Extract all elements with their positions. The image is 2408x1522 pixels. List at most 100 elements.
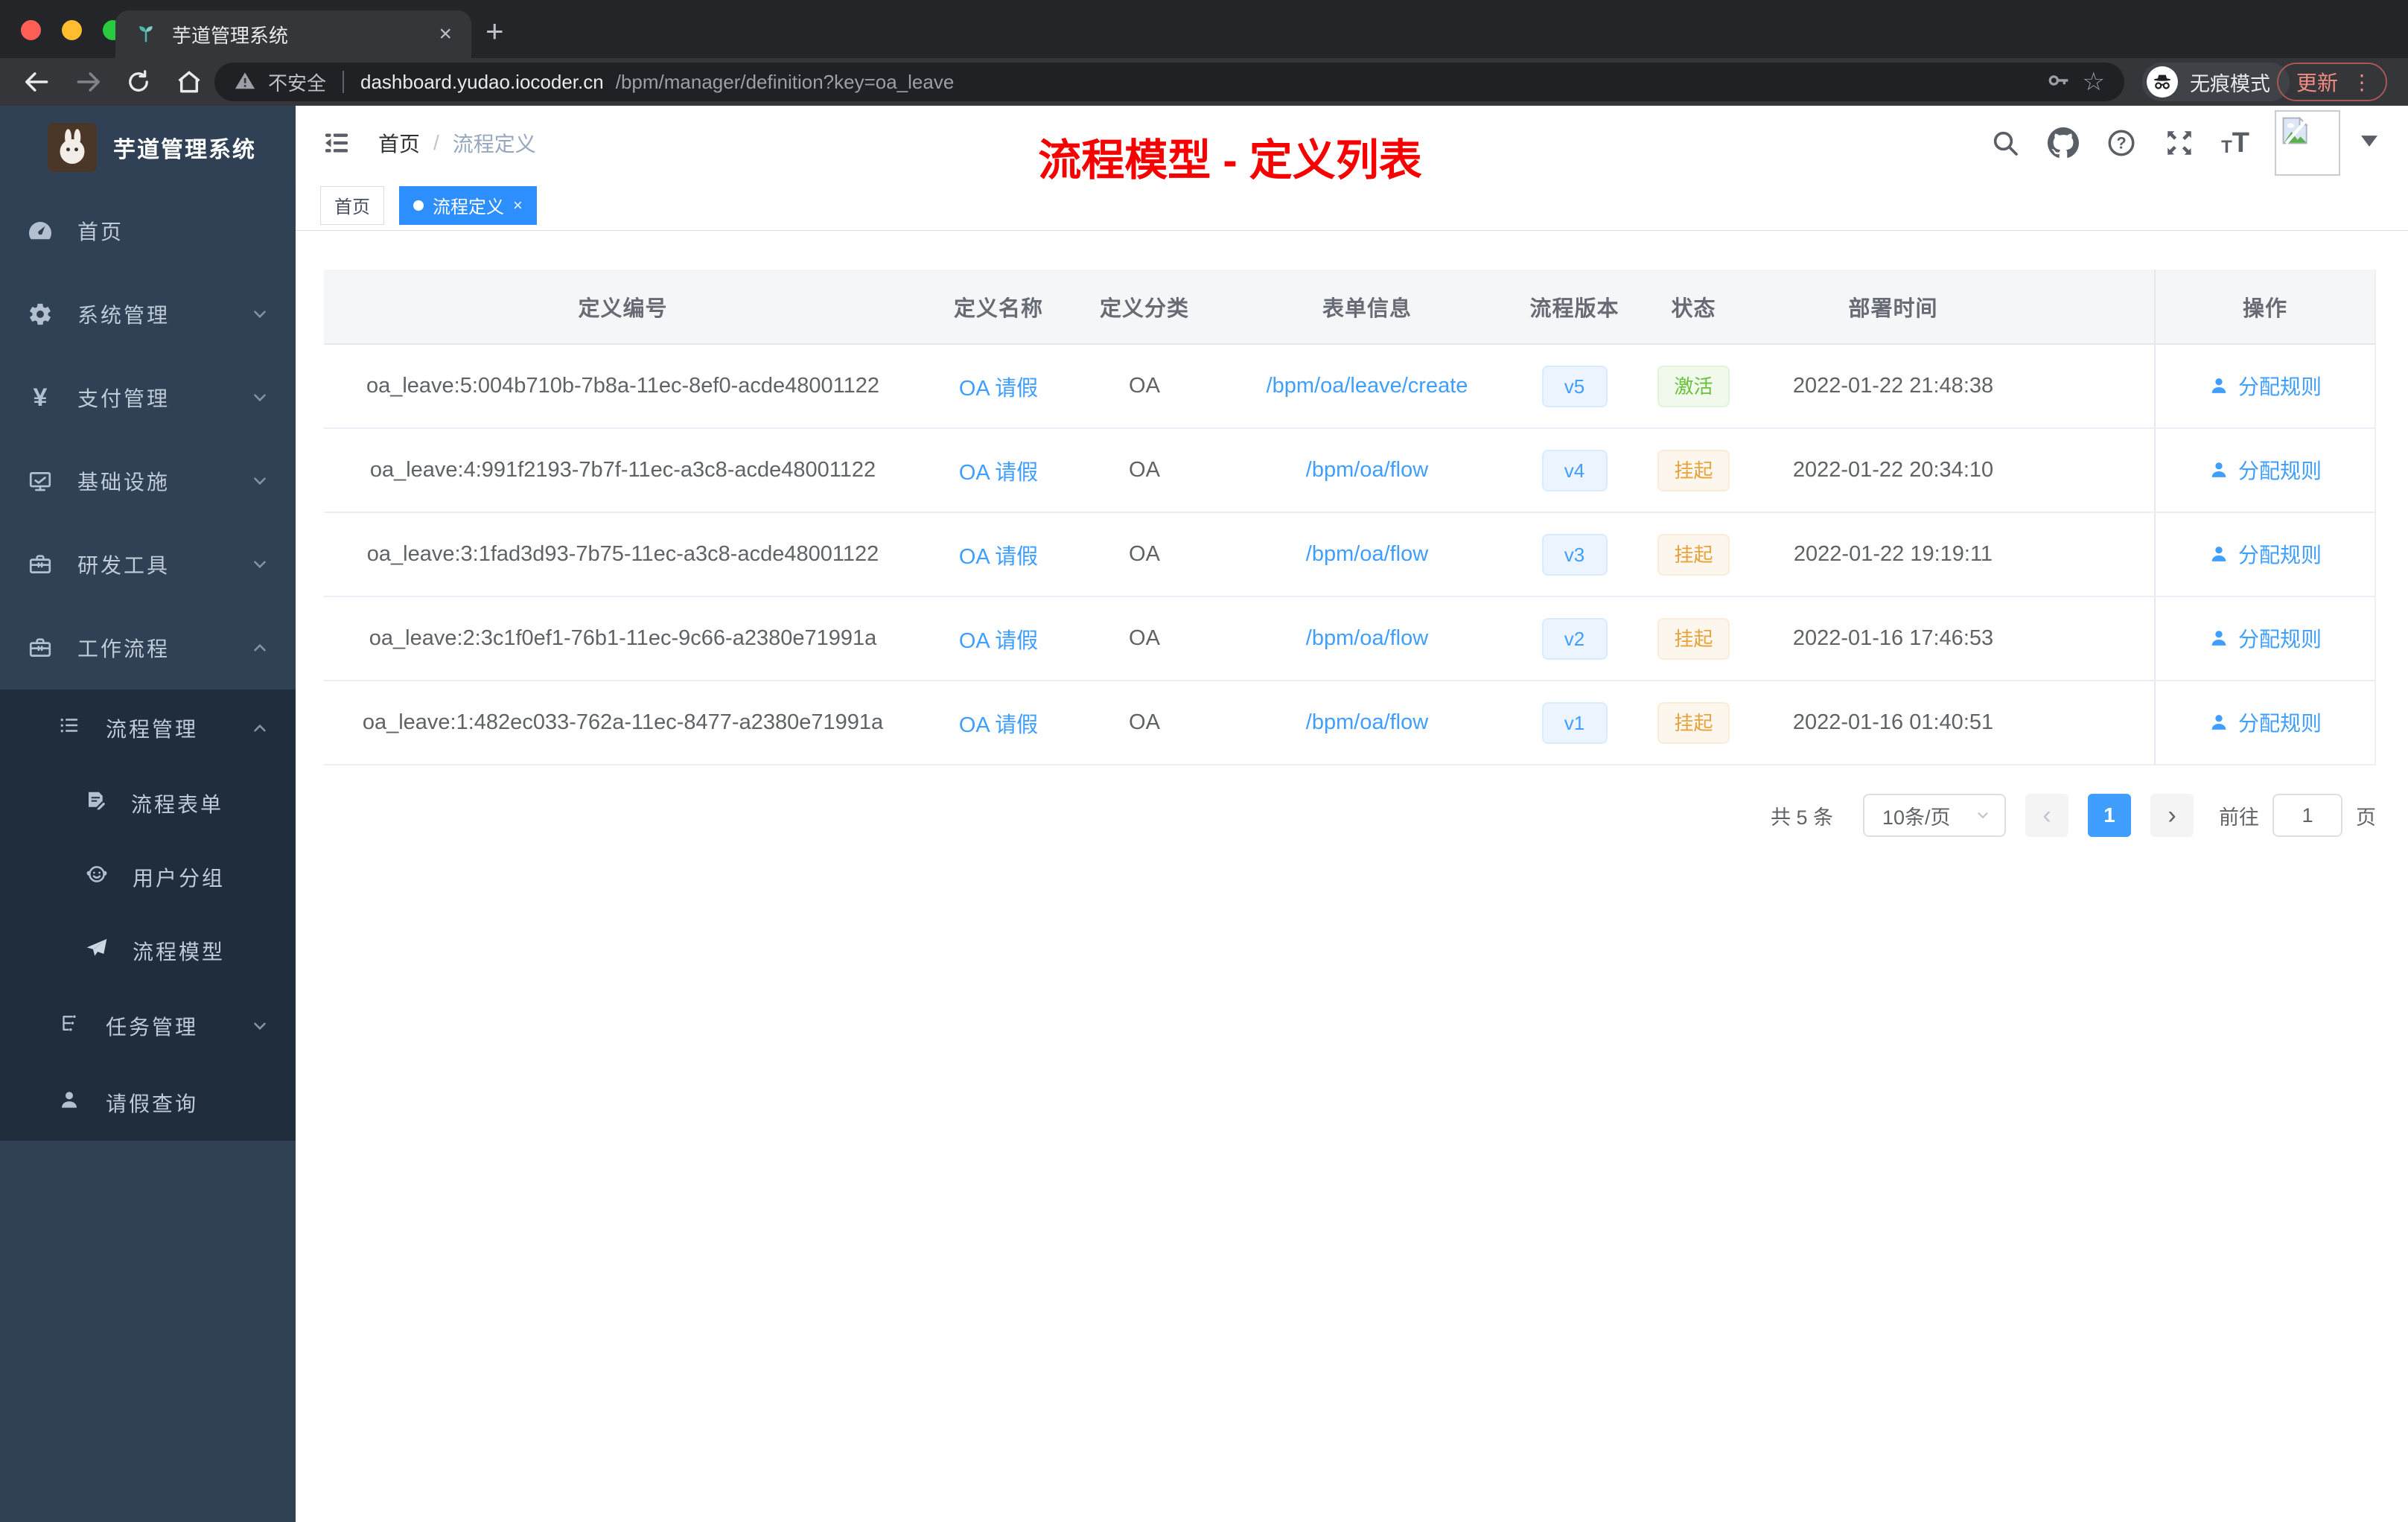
sidebar-item-process-form[interactable]: 流程表单 — [0, 766, 296, 840]
tag-home[interactable]: 首页 — [320, 185, 384, 225]
sidebar-collapse-icon[interactable] — [320, 127, 353, 159]
help-icon[interactable]: ? — [2105, 127, 2138, 159]
cell-actions: 分配规则 — [2154, 596, 2376, 681]
sidebar-logo-row[interactable]: 芋道管理系统 — [0, 106, 296, 189]
cell-status: 激活 — [1628, 344, 1759, 429]
definition-name-link[interactable]: OA 请假 — [959, 461, 1038, 485]
page-content: 定义编号 定义名称 定义分类 表单信息 流程版本 状态 部署时间 操作 oa_l… — [296, 231, 2408, 1522]
table-row: oa_leave:1:482ec033-762a-11ec-8477-a2380… — [324, 681, 2376, 765]
url-path: /bpm/manager/definition?key=oa_leave — [615, 70, 955, 93]
robot-face-icon — [85, 862, 109, 891]
definition-name-link[interactable]: OA 请假 — [959, 713, 1038, 737]
sidebar-item-leave-query[interactable]: 请假查询 — [0, 1064, 296, 1141]
form-info-link[interactable]: /bpm/oa/flow — [1306, 458, 1428, 482]
sidebar-item-devtools[interactable]: 研发工具 — [0, 523, 296, 606]
breadcrumb-home[interactable]: 首页 — [378, 128, 420, 158]
svg-text:?: ? — [2116, 134, 2126, 153]
cell-process-version: v1 — [1520, 681, 1628, 765]
prev-page-button[interactable]: ‹ — [2025, 794, 2068, 837]
minimize-window-button[interactable] — [62, 20, 82, 40]
back-icon[interactable] — [22, 67, 52, 97]
close-window-button[interactable] — [21, 20, 41, 40]
chevron-down-icon — [249, 471, 270, 491]
github-icon[interactable] — [2047, 127, 2080, 159]
form-info-link[interactable]: /bpm/oa/leave/create — [1267, 374, 1468, 398]
sidebar-item-process-model[interactable]: 流程模型 — [0, 914, 296, 987]
cell-definition-name: OA 请假 — [922, 512, 1075, 597]
col-header-process-version: 流程版本 — [1520, 270, 1628, 345]
assign-rule-link[interactable]: 分配规则 — [2208, 707, 2322, 737]
page-size-select[interactable]: 10条/页 — [1863, 794, 2006, 837]
form-info-link[interactable]: /bpm/oa/flow — [1306, 626, 1428, 650]
assign-rule-link[interactable]: 分配规则 — [2208, 623, 2322, 653]
table-header-row: 定义编号 定义名称 定义分类 表单信息 流程版本 状态 部署时间 操作 — [324, 270, 2376, 345]
cell-form-info: /bpm/oa/flow — [1214, 681, 1520, 765]
select-caret-icon — [1978, 812, 1988, 819]
logo-avatar — [48, 123, 97, 172]
form-info-link[interactable]: /bpm/oa/flow — [1306, 542, 1428, 566]
update-label[interactable]: 更新 — [2296, 67, 2338, 97]
browser-menu-dots-icon[interactable]: ⋮ — [2351, 70, 2372, 95]
list-tree-icon — [58, 714, 80, 742]
not-secure-label[interactable]: 不安全 — [268, 69, 326, 96]
status-badge: 挂起 — [1657, 701, 1730, 744]
chevron-down-icon — [249, 388, 270, 407]
version-badge: v4 — [1541, 449, 1608, 491]
sidebar-item-workflow[interactable]: 工作流程 — [0, 606, 296, 690]
cell-definition-name: OA 请假 — [922, 596, 1075, 681]
avatar[interactable] — [2275, 110, 2340, 176]
sidebar-item-task-management[interactable]: 任务管理 — [0, 987, 296, 1064]
assign-rule-link[interactable]: 分配规则 — [2208, 455, 2322, 485]
sidebar-item-home[interactable]: 首页 — [0, 189, 296, 273]
bookmark-star-icon[interactable]: ☆ — [2083, 67, 2105, 97]
browser-update-button[interactable]: 更新 ⋮ — [2276, 63, 2387, 101]
sidebar-item-payment[interactable]: ¥ 支付管理 — [0, 356, 296, 439]
tag-close-icon[interactable]: × — [513, 196, 523, 215]
avatar-caret-down-icon[interactable] — [2361, 136, 2377, 150]
sidebar-item-system[interactable]: 系统管理 — [0, 273, 296, 356]
forward-icon[interactable] — [73, 67, 103, 97]
cell-definition-name: OA 请假 — [922, 681, 1075, 765]
not-secure-warning-icon — [234, 69, 256, 95]
user-icon — [2211, 546, 2226, 561]
cell-definition-id: oa_leave:5:004b710b-7b8a-11ec-8ef0-acde4… — [324, 344, 922, 429]
tag-process-definition[interactable]: 流程定义 × — [399, 185, 537, 225]
cell-definition-id: oa_leave:4:991f2193-7b7f-11ec-a3c8-acde4… — [324, 428, 922, 513]
traffic-lights — [21, 20, 123, 40]
cell-form-info: /bpm/oa/flow — [1214, 428, 1520, 513]
next-page-button[interactable]: › — [2150, 794, 2194, 837]
font-size-icon[interactable]: TT — [2221, 129, 2249, 157]
col-header-definition-category: 定义分类 — [1075, 270, 1214, 345]
assign-rule-link[interactable]: 分配规则 — [2208, 371, 2322, 401]
col-header-deploy-time: 部署时间 — [1759, 270, 2028, 345]
reload-icon[interactable] — [124, 67, 153, 97]
table-row: oa_leave:2:3c1f0ef1-76b1-11ec-9c66-a2380… — [324, 596, 2376, 681]
user-icon — [2211, 630, 2226, 646]
new-tab-button[interactable]: + — [485, 13, 504, 49]
current-page-button[interactable]: 1 — [2088, 794, 2131, 837]
sidebar-item-process-management[interactable]: 流程管理 — [0, 690, 296, 766]
sidebar: 芋道管理系统 首页 系统管理 ¥ 支付管理 基础设施 研发工具 工作流程 流程管… — [0, 106, 296, 1522]
home-icon[interactable] — [174, 67, 204, 97]
col-header-definition-id: 定义编号 — [324, 270, 922, 345]
cell-actions: 分配规则 — [2154, 428, 2376, 513]
definition-name-link[interactable]: OA 请假 — [959, 377, 1038, 401]
address-bar[interactable]: 不安全 dashboard.yudao.iocoder.cn/bpm/manag… — [214, 63, 2124, 101]
definition-name-link[interactable]: OA 请假 — [959, 545, 1038, 569]
red-annotation-title: 流程模型 - 定义列表 — [1038, 136, 1422, 185]
cell-spacer — [2028, 344, 2155, 429]
sidebar-item-infrastructure[interactable]: 基础设施 — [0, 439, 296, 523]
sidebar-item-user-group[interactable]: 用户分组 — [0, 840, 296, 914]
definition-name-link[interactable]: OA 请假 — [959, 629, 1038, 653]
key-icon[interactable] — [2045, 68, 2071, 97]
cell-definition-name: OA 请假 — [922, 428, 1075, 513]
tab-close-icon[interactable]: × — [439, 23, 452, 45]
search-icon[interactable] — [1989, 127, 2022, 159]
form-info-link[interactable]: /bpm/oa/flow — [1306, 710, 1428, 734]
browser-tab[interactable]: 芋道管理系统 × — [115, 10, 471, 58]
assign-rule-link[interactable]: 分配规则 — [2208, 539, 2322, 569]
fullscreen-icon[interactable] — [2163, 127, 2196, 159]
cell-status: 挂起 — [1628, 428, 1759, 513]
cell-definition-id: oa_leave:1:482ec033-762a-11ec-8477-a2380… — [324, 681, 922, 765]
goto-page-input[interactable] — [2272, 794, 2342, 837]
